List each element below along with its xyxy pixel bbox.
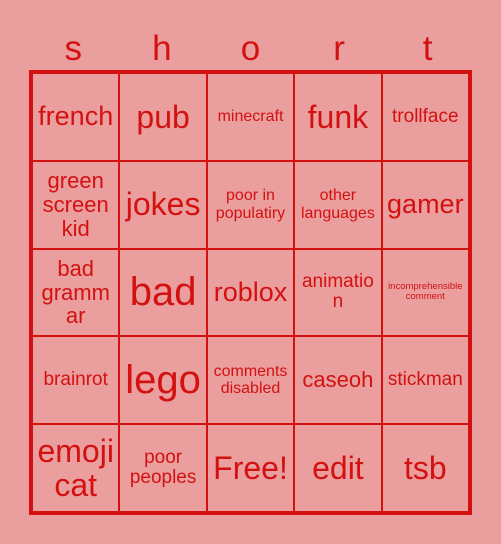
bingo-cell-label: bad grammar bbox=[41, 255, 110, 329]
bingo-cell[interactable]: animation bbox=[294, 248, 382, 337]
bingo-cell-label: animation bbox=[301, 270, 374, 313]
bingo-cell[interactable]: minecraft bbox=[206, 73, 295, 161]
bingo-header: s h o r t bbox=[29, 26, 472, 70]
bingo-cell[interactable]: green screen kid bbox=[32, 160, 120, 249]
bingo-cell-label: emoji cat bbox=[37, 432, 114, 504]
bingo-cell[interactable]: edit bbox=[294, 424, 382, 512]
bingo-cell-label: jokes bbox=[125, 186, 201, 223]
bingo-cell-label: green screen kid bbox=[42, 168, 109, 241]
bingo-cell[interactable]: jokes bbox=[119, 160, 207, 249]
bingo-cell[interactable]: tsb bbox=[381, 424, 469, 512]
bingo-cell[interactable]: funk bbox=[294, 73, 382, 161]
bingo-cell-label: tsb bbox=[403, 449, 447, 486]
bingo-cell-label: caseoh bbox=[302, 367, 374, 393]
header-letter-4: r bbox=[333, 28, 345, 68]
bingo-cell-label: poor in populatiry bbox=[215, 187, 286, 222]
bingo-cell-label: bad bbox=[129, 269, 197, 314]
bingo-cell-label: brainrot bbox=[43, 369, 108, 391]
bingo-cell-label: stickman bbox=[387, 369, 463, 391]
bingo-cell[interactable]: poor peoples bbox=[119, 424, 207, 512]
bingo-card: s h o r t french pub minecraft funk trol… bbox=[0, 0, 501, 544]
bingo-cell-label: french bbox=[38, 101, 114, 132]
bingo-cell[interactable]: comments disabled bbox=[206, 336, 295, 425]
header-letter-1: s bbox=[64, 28, 83, 68]
bingo-cell-label: Free! bbox=[213, 449, 288, 486]
bingo-cell[interactable]: pub bbox=[119, 73, 207, 161]
bingo-cell[interactable]: emoji cat bbox=[32, 424, 120, 512]
bingo-grid: french pub minecraft funk trollface gree… bbox=[29, 70, 472, 515]
bingo-cell[interactable]: brainrot bbox=[32, 336, 120, 425]
bingo-cell-label: edit bbox=[312, 449, 364, 486]
bingo-cell[interactable]: incomprehensible comment bbox=[381, 248, 469, 337]
bingo-cell-label: other languages bbox=[300, 187, 375, 222]
bingo-cell[interactable]: bad grammar bbox=[32, 248, 120, 337]
header-letter-2: h bbox=[152, 28, 172, 68]
bingo-cell-label: funk bbox=[307, 98, 369, 135]
bingo-cell[interactable]: other languages bbox=[294, 160, 382, 249]
bingo-cell[interactable]: caseoh bbox=[294, 336, 382, 425]
bingo-cell[interactable]: trollface bbox=[381, 73, 469, 161]
bingo-cell-label: roblox bbox=[213, 276, 288, 307]
bingo-cell-label: incomprehensible comment bbox=[388, 281, 463, 303]
bingo-cell[interactable]: french bbox=[32, 73, 120, 161]
bingo-cell-label: trollface bbox=[392, 105, 459, 127]
bingo-cell-label: minecraft bbox=[217, 108, 284, 126]
bingo-cell[interactable]: lego bbox=[119, 336, 207, 425]
bingo-cell-label: comments disabled bbox=[213, 363, 288, 398]
bingo-cell-label: poor peoples bbox=[129, 446, 197, 489]
bingo-cell[interactable]: gamer bbox=[381, 160, 469, 249]
header-letter-5: t bbox=[422, 28, 433, 68]
bingo-cell[interactable]: bad bbox=[119, 248, 207, 337]
bingo-free-space[interactable]: Free! bbox=[206, 424, 295, 512]
bingo-cell-label: pub bbox=[136, 98, 190, 135]
bingo-cell-label: gamer bbox=[387, 189, 464, 220]
bingo-cell-label: lego bbox=[125, 357, 201, 402]
bingo-cell[interactable]: roblox bbox=[206, 248, 295, 337]
bingo-cell[interactable]: stickman bbox=[381, 336, 469, 425]
header-letter-3: o bbox=[240, 28, 261, 68]
bingo-cell[interactable]: poor in populatiry bbox=[206, 160, 295, 249]
